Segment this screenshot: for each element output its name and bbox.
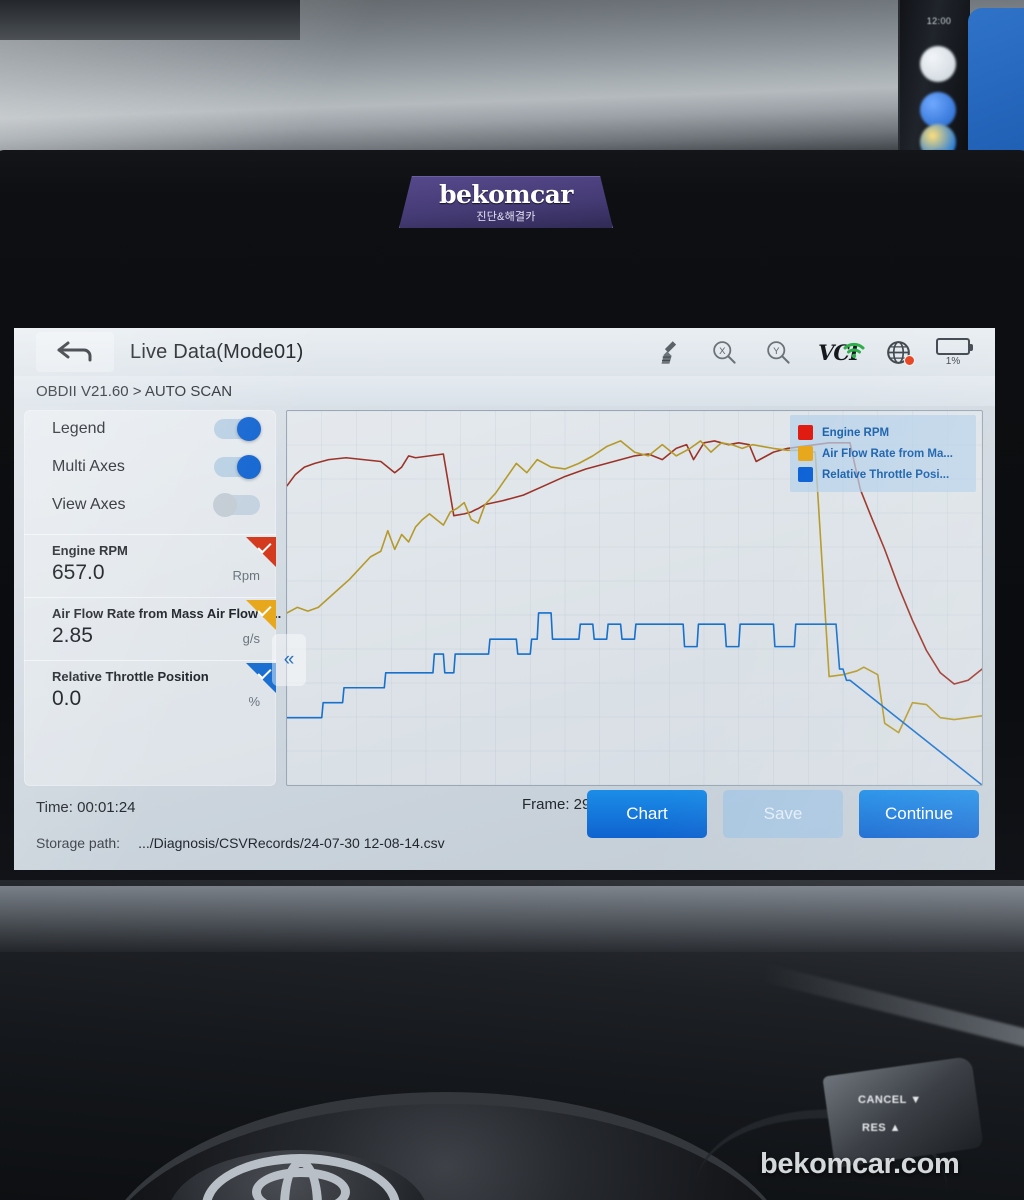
legend-label: Air Flow Rate from Ma... [822,447,953,460]
legend-item-relative-throttle: Relative Throttle Posi... [798,464,968,485]
windshield-shade [0,0,300,40]
stalk-cancel-label: CANCEL ▼ [858,1094,922,1106]
brand-subtitle: 진단&해결카 [476,210,536,223]
pid-value: 0.0 [52,687,82,710]
toggle-label-legend: Legend [52,420,106,437]
zoom-x-button[interactable]: X [697,332,751,372]
phone-app-icon [920,46,956,82]
app-header: Live Data(Mode01) X Y VCI 1% [14,328,995,376]
toggle-row-view-axes[interactable]: View Axes [24,486,276,524]
watermark: bekomcar.com [760,1148,960,1180]
sidebar-panel: Legend Multi Axes View Axes Engine RPM 6… [24,410,282,786]
legend-swatch [798,467,813,482]
pid-value: 657.0 [52,561,105,584]
legend-item-air-flow-rate: Air Flow Rate from Ma... [798,443,968,464]
legend-label: Engine RPM [822,426,890,439]
pid-card-engine-rpm[interactable]: Engine RPM 657.0 Rpm [24,534,276,597]
elapsed-time: Time: 00:01:24 [36,798,136,816]
clean-broom-icon [661,340,676,364]
legend-swatch [798,446,813,461]
chart-button[interactable]: Chart [587,790,707,838]
battery-indicator: 1% [925,337,981,367]
toggle-label-multi-axes: Multi Axes [52,458,125,475]
clean-broom-button[interactable] [643,332,697,372]
back-button[interactable] [36,332,114,372]
collapse-sidebar-button[interactable]: « [272,634,306,686]
zoom-x-icon: X [712,340,736,364]
save-button[interactable]: Save [723,790,843,838]
vci-status-button[interactable]: VCI [805,340,871,365]
toggle-switch-view-axes[interactable] [213,493,260,517]
pid-name: Air Flow Rate from Mass Air Flow S... [52,606,282,621]
pid-selected-check-icon [242,537,276,571]
toggle-switch-multi-axes[interactable] [214,455,261,479]
storage-path-label: Storage path: [36,835,121,851]
network-error-badge [904,355,915,366]
toggle-row-multi-axes[interactable]: Multi Axes [24,448,276,486]
pid-card-relative-throttle-position[interactable]: Relative Throttle Position 0.0 % [24,660,276,723]
svg-text:X: X [719,346,726,357]
live-data-chart[interactable]: Engine RPM Air Flow Rate from Ma... Rela… [286,410,983,786]
blue-panel-object [968,8,1024,158]
legend-label: Relative Throttle Posi... [822,468,950,481]
toggle-row-legend[interactable]: Legend [24,410,276,448]
pid-card-air-flow-rate[interactable]: Air Flow Rate from Mass Air Flow S... 2.… [24,597,282,660]
footer-bar: Time: 00:01:24 Frame: 29 Storage path: .… [14,786,995,870]
svg-text:Y: Y [773,346,780,357]
network-globe-button[interactable] [871,332,925,372]
legend-item-engine-rpm: Engine RPM [798,422,968,443]
battery-icon [936,337,973,355]
wifi-signal-icon [843,342,865,358]
tablet-brand-badge: bekomcar 진단&해결카 [399,176,613,228]
breadcrumb: OBDII V21.60 > AUTO SCAN [14,376,995,406]
back-arrow-icon [57,341,92,362]
pid-name: Engine RPM [52,543,128,558]
pid-name: Relative Throttle Position [52,669,209,684]
zoom-y-button[interactable]: Y [751,332,805,372]
storage-path-value: .../Diagnosis/CSVRecords/24-07-30 12-08-… [138,835,445,851]
main-content: Legend Multi Axes View Axes Engine RPM 6… [14,406,995,786]
dashboard-reflection [0,886,1024,952]
frame-counter: Frame: 29 [522,796,591,813]
pid-selected-check-icon [242,663,276,697]
pid-value: 2.85 [52,624,93,647]
stalk-res-label: RES ▲ [862,1122,902,1134]
legend-swatch [798,425,813,440]
continue-button[interactable]: Continue [859,790,979,838]
phone-app-icon [920,92,956,128]
toggle-label-view-axes: View Axes [52,496,126,513]
brand-name: bekomcar [439,179,573,209]
toyota-logo-icon [196,1142,406,1200]
battery-percent: 1% [945,355,961,367]
toggle-switch-legend[interactable] [214,417,261,441]
tablet-screen: Live Data(Mode01) X Y VCI 1% OBDII V21.6… [14,328,995,870]
phone-clock: 12:00 [926,16,952,26]
chart-legend: Engine RPM Air Flow Rate from Ma... Rela… [790,415,976,492]
zoom-y-icon: Y [766,340,790,364]
footer-buttons: Chart Save Continue [587,790,979,838]
pid-selected-check-icon [242,600,276,634]
page-title: Live Data(Mode01) [130,340,304,363]
header-toolbar: X Y VCI 1% [643,332,995,372]
pid-list: Engine RPM 657.0 Rpm Air Flow Rate from … [24,534,282,723]
